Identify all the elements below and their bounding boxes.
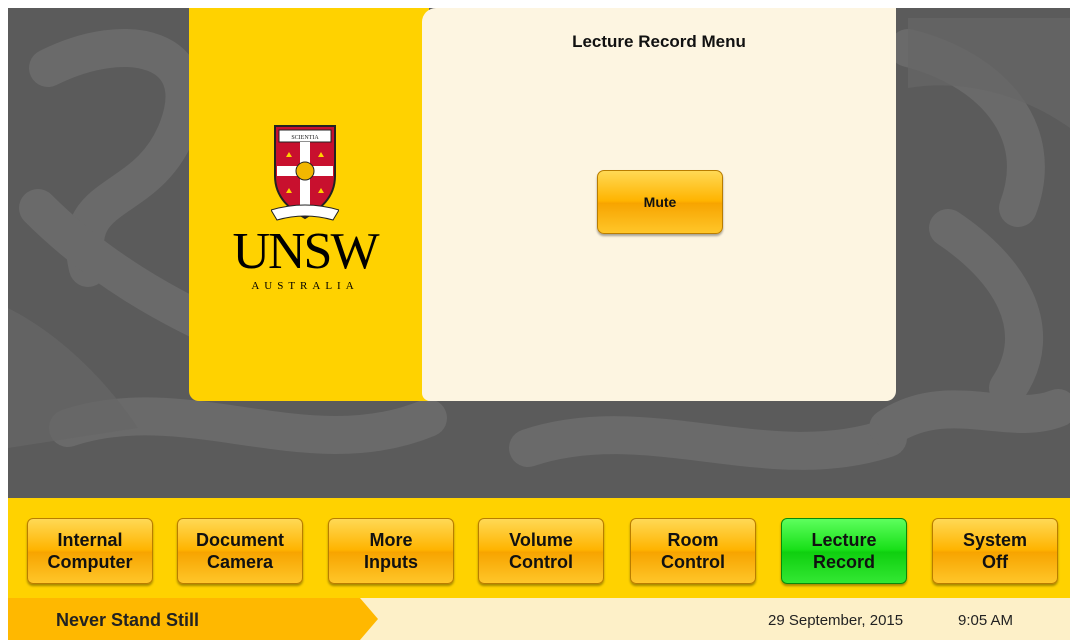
unsw-wordmark: UNSW bbox=[232, 223, 379, 280]
button-label-line1: Room bbox=[667, 530, 719, 550]
coat-of-arms-icon: SCIENTIA bbox=[271, 125, 339, 221]
panel-title: Lecture Record Menu bbox=[572, 32, 746, 51]
button-label-line1: System bbox=[962, 530, 1028, 550]
button-label-line1: Internal bbox=[57, 530, 123, 550]
time-display: 9:05 AM bbox=[958, 612, 1014, 629]
button-label-line2: Off bbox=[982, 552, 1008, 572]
room-control-button[interactable]: Room Control bbox=[630, 518, 756, 584]
unsw-logo: SCIENTIA UNSW AUSTRALIA bbox=[224, 124, 386, 304]
volume-control-button[interactable]: Volume Control bbox=[478, 518, 604, 584]
button-label-line2: Control bbox=[509, 552, 573, 572]
button-label-line1: Lecture bbox=[811, 530, 877, 550]
button-label-line2: Record bbox=[812, 552, 875, 572]
button-label-line2: Camera bbox=[206, 552, 274, 572]
system-off-button[interactable]: System Off bbox=[932, 518, 1058, 584]
tagline: Never Stand Still bbox=[56, 610, 200, 630]
date-display: 29 September, 2015 bbox=[768, 612, 904, 629]
shield-book-text: SCIENTIA bbox=[291, 135, 319, 141]
lecture-record-button[interactable]: Lecture Record bbox=[781, 518, 907, 584]
lecture-record-panel: Lecture Record Menu Mute bbox=[422, 8, 896, 401]
more-inputs-button[interactable]: More Inputs bbox=[328, 518, 454, 584]
button-label-line1: Volume bbox=[509, 530, 573, 550]
unsw-subtitle: AUSTRALIA bbox=[251, 280, 359, 292]
mute-button[interactable]: Mute bbox=[597, 170, 723, 234]
button-label-line2: Control bbox=[661, 552, 725, 572]
internal-computer-button[interactable]: Internal Computer bbox=[27, 518, 153, 584]
touch-panel-screen: SCIENTIA UNSW AUSTRALIA Lecture Record M… bbox=[0, 0, 1070, 640]
document-camera-button[interactable]: Document Camera bbox=[177, 518, 303, 584]
button-label-line2: Computer bbox=[47, 552, 133, 572]
button-label-line2: Inputs bbox=[364, 552, 418, 572]
button-label-line1: Document bbox=[195, 530, 284, 550]
button-label-line1: More bbox=[369, 530, 413, 550]
status-bar: Never Stand Still 29 September, 2015 9:0… bbox=[8, 598, 1070, 640]
